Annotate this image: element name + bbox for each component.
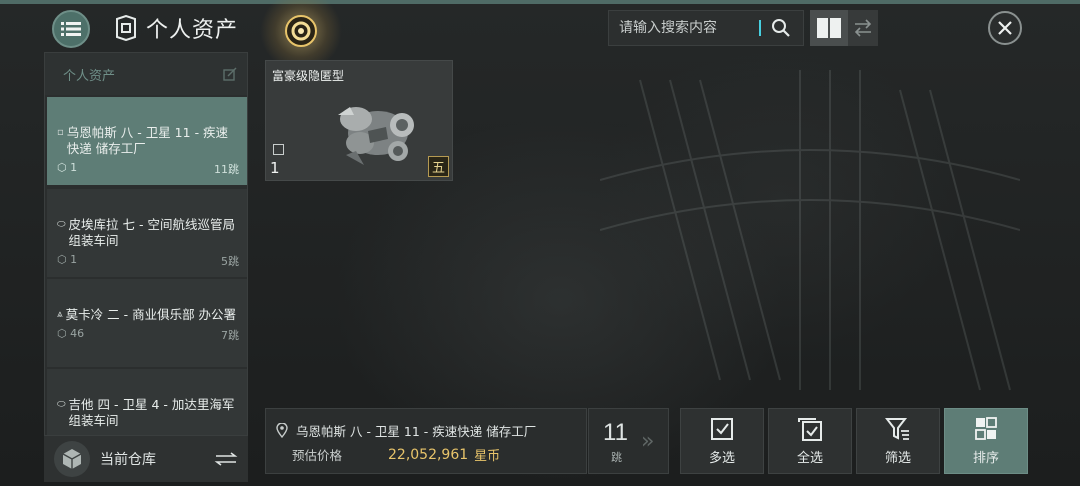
medal-emblem-icon <box>285 15 317 47</box>
jump-count: 11 <box>603 419 628 446</box>
sort-icon <box>975 416 997 440</box>
warehouse-cube-icon <box>54 441 90 477</box>
grid-view-button[interactable] <box>810 10 848 46</box>
select-all-label: 全选 <box>796 450 823 466</box>
page-title-group: 个人资产 <box>114 10 238 46</box>
close-icon <box>998 21 1012 35</box>
station-icon: ⬭ <box>57 219 66 230</box>
ship-image <box>338 107 414 165</box>
jumps-panel[interactable]: 11 跳 » <box>588 408 669 474</box>
switch-arrows-icon[interactable] <box>214 452 238 466</box>
location-name: 吉他 四 - 卫星 4 - 加达里海军 组装车间 <box>68 397 235 428</box>
close-button[interactable] <box>988 11 1022 45</box>
cube-icon: ⬡ <box>57 253 67 266</box>
sidebar-location-item[interactable]: ⬭ 吉他 四 - 卫星 4 - 加达里海军 组装车间 <box>47 369 247 435</box>
location-info-panel: 乌恩帕斯 八 - 卫星 11 - 疾速快递 储存工厂 预估价格 22,052,9… <box>265 408 587 474</box>
location-name: 莫卡冷 二 - 商业俱乐部 办公署 <box>65 307 237 322</box>
location-sidebar: 个人资产 ▫ 乌恩帕斯 八 - 卫星 11 - 疾速快递 储存工厂 ⬡ 1 11… <box>44 52 248 436</box>
top-accent-bar <box>0 0 1080 4</box>
assets-box-icon <box>116 15 136 41</box>
location-name: 皮埃库拉 七 - 空间航线巡管局 组装车间 <box>68 217 235 248</box>
search-icon[interactable] <box>771 18 791 38</box>
sidebar-header-label: 个人资产 <box>63 68 116 84</box>
multi-select-icon <box>711 417 733 440</box>
sort-label: 排序 <box>972 450 999 466</box>
jump-unit: 跳 <box>611 451 622 464</box>
filter-label: 筛选 <box>884 450 911 466</box>
grid-view-icon <box>817 18 841 38</box>
search-cursor-divider <box>759 20 761 36</box>
sort-button[interactable]: 排序 <box>944 408 1028 474</box>
sidebar-location-item[interactable]: ▫ 乌恩帕斯 八 - 卫星 11 - 疾速快递 储存工厂 ⬡ 1 11跳 <box>47 97 247 185</box>
jump-distance: 11跳 <box>214 163 239 176</box>
location-name: 乌恩帕斯 八 - 卫星 11 - 疾速快递 储存工厂 <box>66 125 229 156</box>
current-warehouse-label: 当前仓库 <box>100 452 156 468</box>
current-warehouse-bar[interactable]: 当前仓库 <box>44 436 248 482</box>
search-box[interactable] <box>608 10 804 46</box>
asset-quantity: 1 <box>270 159 280 177</box>
double-chevron-right-icon: » <box>641 429 655 454</box>
edit-icon[interactable] <box>223 67 237 81</box>
list-menu-icon <box>61 22 81 36</box>
page-title: 个人资产 <box>146 18 239 43</box>
filter-icon <box>885 417 909 440</box>
item-count: 1 <box>70 161 78 174</box>
select-all-icon <box>798 417 822 441</box>
cube-icon <box>62 449 82 469</box>
multi-select-label: 多选 <box>708 450 735 466</box>
sidebar-location-item[interactable]: ⩓ 莫卡冷 二 - 商业俱乐部 办公署 ⬡ 46 7跳 <box>47 279 247 367</box>
cube-icon: ⬡ <box>57 327 67 340</box>
sidebar-location-item[interactable]: ⬭ 皮埃库拉 七 - 空间航线巡管局 组装车间 ⬡ 1 5跳 <box>47 189 247 277</box>
filter-button[interactable]: 筛选 <box>856 408 940 474</box>
cube-icon: ⬡ <box>57 161 67 174</box>
swap-arrows-icon <box>854 19 872 37</box>
location-pin-icon <box>276 423 288 438</box>
search-input[interactable] <box>619 20 759 36</box>
jump-distance: 5跳 <box>221 255 239 268</box>
station-icon: ▫ <box>57 127 64 138</box>
station-icon: ⩓ <box>57 309 63 320</box>
asset-card[interactable]: 富豪级隐匿型 1 五 <box>265 60 453 181</box>
layout-toggle[interactable] <box>810 10 878 46</box>
menu-button[interactable] <box>52 10 90 48</box>
multi-select-button[interactable]: 多选 <box>680 408 764 474</box>
select-all-button[interactable]: 全选 <box>768 408 852 474</box>
item-count: 46 <box>70 327 85 340</box>
asset-type-icon <box>273 144 284 155</box>
estimated-price-value: 22,052,961 <box>388 446 469 463</box>
background-decoration <box>600 70 1020 391</box>
item-count: 1 <box>70 253 78 266</box>
swap-view-button[interactable] <box>848 10 878 46</box>
station-icon: ⬭ <box>57 399 66 410</box>
jump-distance: 7跳 <box>221 329 239 342</box>
currency-unit: 星币 <box>474 449 501 464</box>
asset-name: 富豪级隐匿型 <box>272 69 345 83</box>
sidebar-header: 个人资产 <box>45 53 247 95</box>
current-location-text: 乌恩帕斯 八 - 卫星 11 - 疾速快递 储存工厂 <box>296 424 537 439</box>
estimated-price-label: 预估价格 <box>292 448 343 463</box>
tech-level-badge: 五 <box>428 156 449 177</box>
